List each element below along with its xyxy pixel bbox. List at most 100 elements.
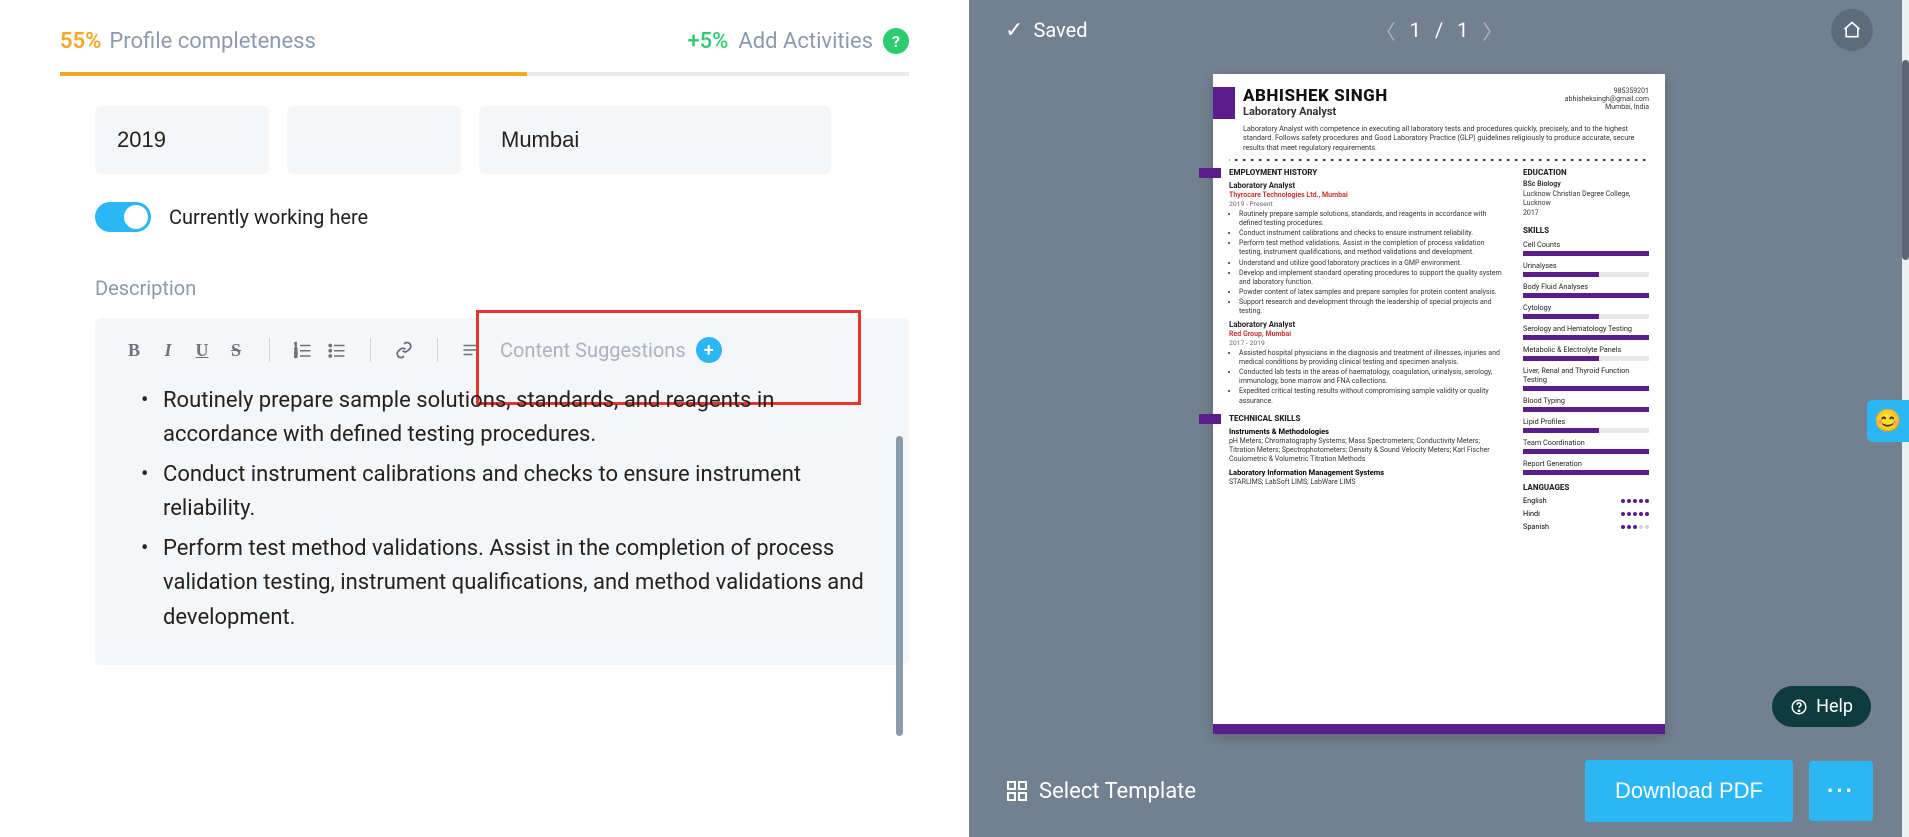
job-title: Laboratory Analyst xyxy=(1229,181,1507,190)
resume-right-col: EDUCATION BSc Biology Lucknow Christian … xyxy=(1523,168,1649,531)
skill-label: Body Fluid Analyses xyxy=(1523,282,1649,291)
completeness-pct: 55% xyxy=(60,29,101,54)
page-current: 1 xyxy=(1410,18,1421,42)
form-area: Currently working here Description B I U… xyxy=(0,76,969,665)
bold-icon[interactable]: B xyxy=(117,336,151,364)
inputs-row xyxy=(95,106,909,174)
bottom-accent xyxy=(1213,724,1665,734)
add-activities[interactable]: +5% Add Activities ? xyxy=(687,28,909,54)
svg-text:3: 3 xyxy=(294,353,297,360)
skill-label: Cytology xyxy=(1523,303,1649,312)
currently-working-label: Currently working here xyxy=(169,205,368,229)
languages-list: EnglishHindiSpanish xyxy=(1523,496,1649,531)
currently-working-toggle[interactable] xyxy=(95,202,151,232)
content-suggestions-button[interactable]: Content Suggestions + xyxy=(500,337,722,363)
editor-scrollbar[interactable] xyxy=(896,436,903,736)
link-icon[interactable] xyxy=(387,336,421,364)
select-template-button[interactable]: Select Template xyxy=(1005,779,1196,804)
resume-left-col: EMPLOYMENT HISTORY Laboratory Analyst Th… xyxy=(1229,168,1507,531)
italic-icon[interactable]: I xyxy=(151,336,185,364)
resume-page[interactable]: ABHISHEK SINGH Laboratory Analyst 985359… xyxy=(1213,74,1665,734)
plus-icon: + xyxy=(696,337,722,363)
skill-bar xyxy=(1523,314,1649,319)
lims-head: Laboratory Information Management System… xyxy=(1229,468,1507,477)
feedback-tab[interactable]: 😊 xyxy=(1867,400,1909,442)
skill-bar xyxy=(1523,251,1649,256)
edu-year: 2017 xyxy=(1523,209,1649,218)
separator xyxy=(437,338,438,362)
preview-panel: ✓ Saved 〈 1 / 1 〉 ABHISHEK SINGH Laborat… xyxy=(969,0,1909,837)
skill-label: Liver, Renal and Thyroid Function Testin… xyxy=(1523,366,1649,384)
saved-label: Saved xyxy=(1033,18,1087,42)
job-dates: 2017 - 2019 xyxy=(1229,339,1507,347)
editor-toolbar: B I U S 123 xyxy=(95,318,909,378)
skill-bar xyxy=(1523,272,1649,277)
divider xyxy=(1229,159,1649,162)
ordered-list-icon[interactable]: 123 xyxy=(286,336,320,364)
activities-label: Add Activities xyxy=(738,29,873,54)
skill-label: Serology and Hematology Testing xyxy=(1523,324,1649,333)
download-pdf-button[interactable]: Download PDF xyxy=(1585,760,1793,822)
strike-icon[interactable]: S xyxy=(219,336,253,364)
skill-label: Metabolic & Electrolyte Panels xyxy=(1523,345,1649,354)
resume-phone: 985359201 xyxy=(1565,87,1649,95)
job-bullets: Assisted hospital physicians in the diag… xyxy=(1239,349,1507,406)
skill-label: Blood Typing xyxy=(1523,396,1649,405)
editor-content[interactable]: Routinely prepare sample solutions, stan… xyxy=(95,378,909,655)
check-icon: ✓ xyxy=(1005,18,1023,43)
bullet-item[interactable]: Conduct instrument calibrations and chec… xyxy=(135,458,869,526)
window-scrollbar-thumb[interactable] xyxy=(1902,60,1909,260)
employment-head: EMPLOYMENT HISTORY xyxy=(1229,168,1507,177)
more-button[interactable]: ··· xyxy=(1809,761,1873,821)
page-total: 1 xyxy=(1457,18,1468,42)
skill-bar xyxy=(1523,293,1649,298)
paginator: 〈 1 / 1 〉 xyxy=(1376,16,1503,45)
city-input[interactable] xyxy=(479,106,831,174)
job-bullet: Powder content of latex samples and prep… xyxy=(1239,288,1507,297)
currently-working-row: Currently working here xyxy=(95,202,909,232)
languages-head: LANGUAGES xyxy=(1523,483,1649,492)
editor-panel: 55% Profile completeness +5% Add Activit… xyxy=(0,0,969,837)
instruments-body: pH Meters; Chromatography Systems; Mass … xyxy=(1229,437,1507,464)
prev-page-icon[interactable]: 〈 xyxy=(1376,16,1396,45)
job-bullet: Conducted lab tests in the areas of haem… xyxy=(1239,368,1507,386)
edu-degree: BSc Biology xyxy=(1523,180,1649,189)
resume-location: Mumbai, India xyxy=(1565,103,1649,111)
job-sub: Red Group, Mumbai xyxy=(1229,330,1507,338)
accent-block xyxy=(1213,87,1235,119)
preview-body: ABHISHEK SINGH Laboratory Analyst 985359… xyxy=(969,60,1909,745)
bottom-bar: Select Template Download PDF ··· xyxy=(969,745,1909,837)
skills-list: Cell CountsUrinalysesBody Fluid Analyses… xyxy=(1523,240,1649,475)
skill-bar xyxy=(1523,335,1649,340)
job-bullet: Develop and implement standard operating… xyxy=(1239,269,1507,287)
select-template-label: Select Template xyxy=(1039,779,1196,804)
next-page-icon[interactable]: 〉 xyxy=(1482,16,1502,45)
home-button[interactable] xyxy=(1831,9,1873,51)
activities-plus-pct: +5% xyxy=(687,29,728,54)
progress-fill xyxy=(60,72,527,76)
lims-body: STARLIMS; LabSoft LIMS; LabWare LIMS xyxy=(1229,478,1507,487)
job-title: Laboratory Analyst xyxy=(1229,320,1507,329)
page-sep: / xyxy=(1435,18,1443,42)
separator xyxy=(269,338,270,362)
skill-label: Report Generation xyxy=(1523,459,1649,468)
paragraph-icon[interactable] xyxy=(454,336,488,364)
profile-completeness: 55% Profile completeness xyxy=(60,29,316,54)
separator xyxy=(370,338,371,362)
help-icon[interactable]: ? xyxy=(883,28,909,54)
skill-label: Team Coordination xyxy=(1523,438,1649,447)
bullet-item[interactable]: Routinely prepare sample solutions, stan… xyxy=(135,384,869,452)
year-input[interactable] xyxy=(95,106,269,174)
underline-icon[interactable]: U xyxy=(185,336,219,364)
skills-head: SKILLS xyxy=(1523,226,1649,235)
progress-bar xyxy=(60,72,909,76)
help-button[interactable]: Help xyxy=(1772,686,1871,727)
header-bar: 55% Profile completeness +5% Add Activit… xyxy=(0,0,969,72)
bullet-item[interactable]: Perform test method validations. Assist … xyxy=(135,532,869,634)
language-row: English xyxy=(1523,496,1649,505)
job-bullet: Assisted hospital physicians in the diag… xyxy=(1239,349,1507,367)
end-input[interactable] xyxy=(287,106,461,174)
job-dates: 2019 - Present xyxy=(1229,200,1507,208)
language-row: Spanish xyxy=(1523,522,1649,531)
unordered-list-icon[interactable] xyxy=(320,336,354,364)
